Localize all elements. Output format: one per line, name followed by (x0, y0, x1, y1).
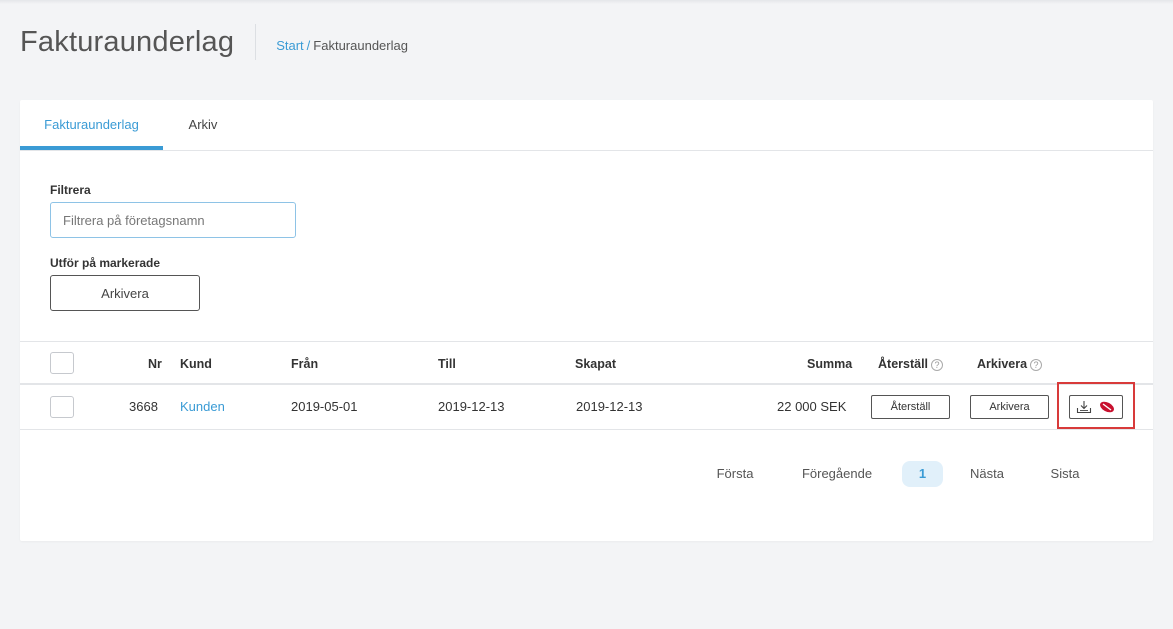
pagination-next[interactable]: Nästa (965, 461, 1009, 487)
column-header-arkivera: Arkivera? (977, 342, 1043, 386)
pagination-first[interactable]: Första (710, 461, 760, 487)
page-header: Fakturaunderlag Start / Fakturaunderlag (20, 22, 408, 62)
table-row: 3668 Kunden 2019-05-01 2019-12-13 2019-1… (20, 382, 1153, 430)
help-icon[interactable]: ? (931, 359, 944, 371)
pagination-previous[interactable]: Föregående (794, 461, 880, 487)
select-all-checkbox[interactable] (50, 352, 74, 374)
filter-label: Filtrera (50, 183, 91, 197)
pagination-current-page[interactable]: 1 (902, 461, 943, 487)
pagination-last[interactable]: Sista (1044, 461, 1086, 487)
row-skapat: 2019-12-13 (576, 399, 643, 414)
column-header-kund: Kund (180, 357, 212, 371)
page-title: Fakturaunderlag (20, 25, 235, 58)
pagination: Första Föregående 1 Nästa Sista (20, 461, 1153, 487)
bulk-action-label: Utför på markerade (50, 256, 161, 270)
restore-button[interactable]: Återställ (871, 395, 950, 419)
row-till: 2019-12-13 (438, 399, 505, 414)
breadcrumb-separator: / (306, 37, 311, 53)
row-summa: 22 000 SEK (777, 399, 847, 414)
main-card: Fakturaunderlag Arkiv Filtrera Utför på … (20, 100, 1153, 541)
tab-arkiv[interactable]: Arkiv (163, 100, 243, 150)
table-header: Nr Kund Från Till Skapat Summa Återställ… (20, 341, 1153, 385)
top-bar-shadow (0, 0, 1173, 4)
row-kund-link[interactable]: Kunden (180, 385, 225, 429)
column-header-nr: Nr (148, 357, 162, 371)
row-checkbox[interactable] (50, 396, 74, 418)
breadcrumb-start-link[interactable]: Start (276, 38, 303, 53)
column-header-till: Till (438, 357, 456, 371)
row-fran: 2019-05-01 (291, 399, 358, 414)
highlight-box (1057, 382, 1135, 429)
column-header-skapat: Skapat (575, 357, 616, 371)
row-nr: 3668 (129, 399, 158, 414)
breadcrumb-current: Fakturaunderlag (313, 37, 408, 53)
archive-selected-button[interactable]: Arkivera (50, 275, 200, 311)
column-header-aterstall-label: Återställ (878, 357, 929, 371)
tab-bar: Fakturaunderlag Arkiv (20, 100, 1153, 151)
header-divider (255, 24, 257, 60)
filter-input[interactable] (50, 202, 296, 238)
column-header-fran: Från (291, 357, 319, 371)
archive-row-button[interactable]: Arkivera (970, 395, 1049, 419)
tab-fakturaunderlag[interactable]: Fakturaunderlag (20, 100, 163, 150)
help-icon[interactable]: ? (1030, 359, 1043, 371)
column-header-arkivera-label: Arkivera (977, 357, 1028, 371)
column-header-aterstall: Återställ? (878, 342, 944, 386)
breadcrumb: Start / Fakturaunderlag (276, 38, 408, 53)
column-header-summa: Summa (807, 357, 853, 371)
